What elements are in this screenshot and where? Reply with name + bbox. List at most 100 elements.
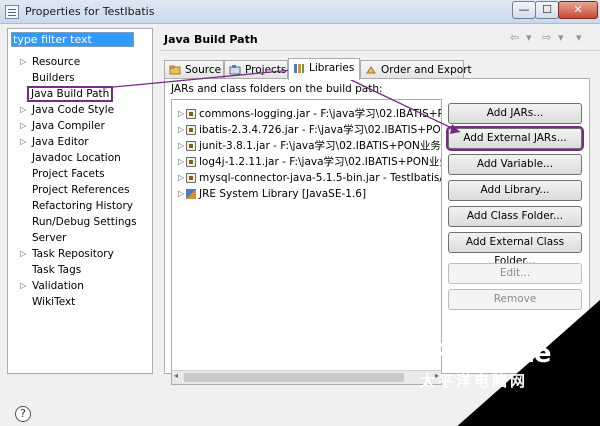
category-tree: ▷ Resource Builders Java Build Path ▷ Java… (8, 54, 152, 310)
expand-arrow-icon[interactable]: ▷ (20, 246, 26, 262)
view-menu-icon[interactable]: ▾ (576, 31, 582, 44)
tree-item-label: Validation (32, 280, 84, 292)
tree-item-java-compiler[interactable]: ▷ Java Compiler (8, 118, 152, 134)
list-item-label: junit-3.8.1.jar - F:\java学习\02.IBATIS+PO… (199, 140, 442, 152)
header-divider (160, 50, 600, 51)
tree-item-project-references[interactable]: Project References (8, 182, 152, 198)
filter-input[interactable] (11, 32, 134, 47)
library-icon (294, 64, 304, 73)
minimize-button[interactable]: — (512, 1, 536, 19)
expand-arrow-icon[interactable]: ▷ (178, 170, 184, 186)
forward-arrow-icon[interactable]: ⇨ (542, 31, 551, 44)
list-item[interactable]: ▷ JRE System Library [JavaSE-1.6] (172, 186, 441, 202)
forward-dropdown-icon[interactable]: ▾ (558, 31, 564, 44)
back-arrow-icon[interactable]: ⇦ (510, 31, 519, 44)
add-class-folder-button[interactable]: Add Class Folder... (448, 206, 582, 227)
tree-item-label: Java Compiler (32, 120, 105, 132)
expand-arrow-icon[interactable]: ▷ (20, 278, 26, 294)
list-item[interactable]: ▷ mysql-connector-java-5.1.5-bin.jar - Te… (172, 170, 441, 186)
watermark-subtitle: 太平洋电脑网 (420, 372, 529, 390)
close-button[interactable]: ✕ (558, 1, 598, 19)
expand-arrow-icon[interactable]: ▷ (20, 118, 26, 134)
tree-item-builders[interactable]: Builders (8, 70, 152, 86)
tab-label: Order and Export (381, 64, 472, 76)
tree-item-task-repository[interactable]: ▷ Task Repository (8, 246, 152, 262)
horizontal-scrollbar[interactable]: ◂ ▸ (172, 370, 441, 384)
add-variable-button[interactable]: Add Variable... (448, 154, 582, 175)
tab-projects[interactable]: Projects (224, 60, 288, 79)
tree-item-label: Javadoc Location (32, 152, 121, 164)
tree-item-resource[interactable]: ▷ Resource (8, 54, 152, 70)
tree-item-label: Java Editor (32, 136, 89, 148)
add-jars-button[interactable]: Add JARs... (448, 103, 582, 124)
title-bar: Properties for TestIbatis — ☐ ✕ (0, 0, 600, 24)
maximize-button[interactable]: ☐ (535, 1, 559, 19)
tree-item-wikitext[interactable]: WikiText (8, 294, 152, 310)
tree-item-label: Refactoring History (32, 200, 133, 212)
tree-item-label: Project Facets (32, 168, 105, 180)
libraries-panel: JARs and class folders on the build path… (164, 78, 590, 385)
list-item[interactable]: ▷ commons-logging.jar - F:\java学习\02.IBAT… (172, 106, 441, 122)
tree-item-refactoring-history[interactable]: Refactoring History (8, 198, 152, 214)
jar-icon (186, 125, 196, 135)
list-item[interactable]: ▷ junit-3.8.1.jar - F:\java学习\02.IBATIS+P… (172, 138, 441, 154)
properties-icon (5, 5, 19, 19)
tab-label: Source (185, 64, 222, 76)
tree-item-server[interactable]: Server (8, 230, 152, 246)
tree-item-label: Run/Debug Settings (32, 216, 137, 228)
back-dropdown-icon[interactable]: ▾ (526, 31, 532, 44)
page-title: Java Build Path (164, 33, 258, 46)
expand-arrow-icon[interactable]: ▷ (20, 134, 26, 150)
category-tree-pane: ▷ Resource Builders Java Build Path ▷ Java… (7, 28, 153, 374)
tree-item-label: WikiText (32, 296, 76, 308)
expand-arrow-icon[interactable]: ▷ (20, 102, 26, 118)
expand-arrow-icon[interactable]: ▷ (178, 186, 184, 202)
tree-item-label: Builders (32, 72, 75, 84)
project-icon (229, 65, 241, 75)
add-library-button[interactable]: Add Library... (448, 180, 582, 201)
tab-libraries[interactable]: Libraries (288, 58, 360, 80)
tab-source[interactable]: Source (164, 60, 224, 79)
tree-item-label: Server (32, 232, 67, 244)
library-list[interactable]: ▷ commons-logging.jar - F:\java学习\02.IBAT… (171, 99, 442, 385)
expand-arrow-icon[interactable]: ▷ (20, 54, 26, 70)
list-item-label: ibatis-2.3.4.726.jar - F:\java学习\02.IBAT… (199, 124, 441, 136)
tree-item-java-editor[interactable]: ▷ Java Editor (8, 134, 152, 150)
tree-item-label: Java Build Path (26, 86, 114, 102)
help-icon[interactable]: ? (15, 406, 31, 422)
remove-button[interactable]: Remove (448, 289, 582, 310)
tree-item-label: Task Repository (32, 248, 114, 260)
expand-arrow-icon[interactable]: ▷ (178, 122, 184, 138)
window-title: Properties for TestIbatis (25, 5, 155, 18)
jar-icon (186, 141, 196, 151)
expand-arrow-icon[interactable]: ▷ (178, 154, 184, 170)
jar-icon (186, 109, 196, 119)
tree-item-project-facets[interactable]: Project Facets (8, 166, 152, 182)
jre-library-icon (186, 189, 196, 199)
list-item-label: commons-logging.jar - F:\java学习\02.IBATI… (199, 108, 442, 120)
expand-arrow-icon[interactable]: ▷ (178, 138, 184, 154)
tree-item-run-debug-settings[interactable]: Run/Debug Settings (8, 214, 152, 230)
add-external-class-folder-button[interactable]: Add External Class Folder... (448, 232, 582, 267)
list-item[interactable]: ▷ log4j-1.2.11.jar - F:\java学习\02.IBATIS+… (172, 154, 441, 170)
scroll-left-icon[interactable]: ◂ (174, 371, 178, 380)
tree-item-label: Java Code Style (32, 104, 115, 116)
list-item-label: JRE System Library [JavaSE-1.6] (199, 188, 367, 200)
tree-item-java-code-style[interactable]: ▷ Java Code Style (8, 102, 152, 118)
scrollbar-thumb[interactable] (184, 373, 404, 382)
tree-item-validation[interactable]: ▷ Validation (8, 278, 152, 294)
expand-arrow-icon[interactable]: ▷ (178, 106, 184, 122)
list-item[interactable]: ▷ ibatis-2.3.4.726.jar - F:\java学习\02.IBA… (172, 122, 441, 138)
source-folder-icon (169, 65, 181, 75)
tree-item-javadoc-location[interactable]: Javadoc Location (8, 150, 152, 166)
tab-order-and-export[interactable]: Order and Export (360, 60, 472, 79)
libraries-heading: JARs and class folders on the build path… (171, 83, 383, 95)
jar-icon (186, 173, 196, 183)
list-item-label: mysql-connector-java-5.1.5-bin.jar - Tes… (199, 172, 442, 184)
list-item-label: log4j-1.2.11.jar - F:\java学习\02.IBATIS+P… (199, 156, 442, 168)
edit-button[interactable]: Edit... (448, 263, 582, 284)
tree-item-task-tags[interactable]: Task Tags (8, 262, 152, 278)
watermark-logo: PConline (430, 339, 551, 369)
add-external-jars-button[interactable]: Add External JARs... (446, 126, 584, 151)
tree-item-java-build-path[interactable]: Java Build Path (8, 86, 152, 102)
